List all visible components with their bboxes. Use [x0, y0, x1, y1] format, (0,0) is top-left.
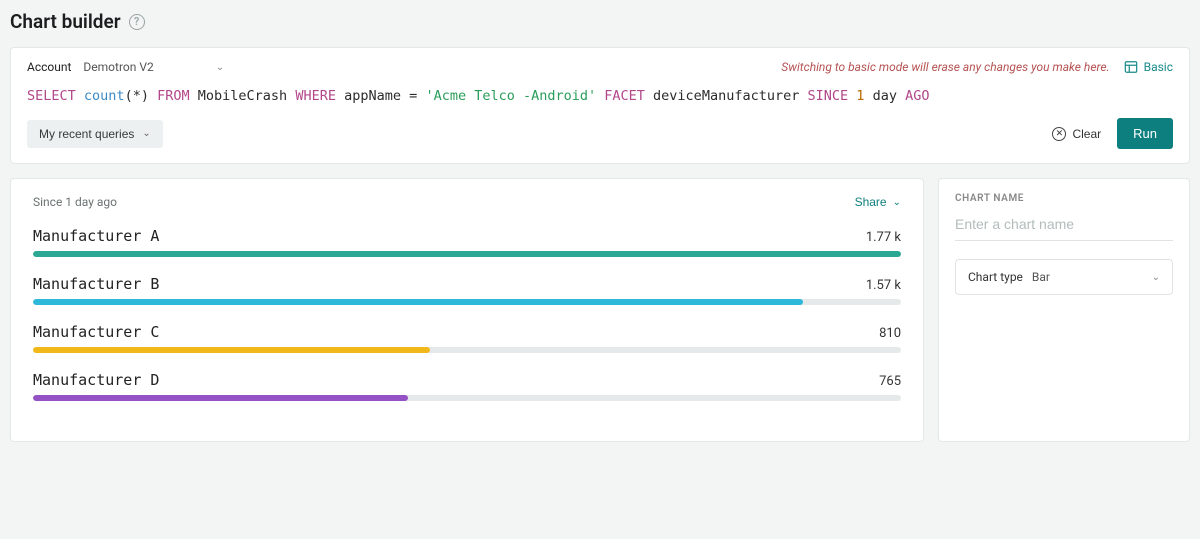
help-icon[interactable]: ?: [129, 14, 145, 30]
basic-mode-link[interactable]: Basic: [1124, 60, 1173, 74]
bar-label: Manufacturer C: [33, 323, 159, 341]
run-button[interactable]: Run: [1117, 118, 1173, 149]
chevron-down-icon: ⌄: [893, 197, 901, 208]
close-icon: ✕: [1052, 127, 1066, 141]
chart-type-label: Chart type: [968, 270, 1023, 284]
bar-row[interactable]: Manufacturer A 1.77 k: [33, 227, 901, 257]
bar-value: 1.57 k: [866, 278, 901, 293]
share-button[interactable]: Share ⌄: [855, 195, 901, 209]
bar-value: 810: [879, 326, 901, 341]
bar-track: [33, 347, 901, 353]
bar-fill: [33, 251, 901, 257]
bar-fill: [33, 347, 430, 353]
chart-name-heading: CHART NAME: [955, 193, 1173, 204]
chart-name-input[interactable]: [955, 212, 1173, 241]
bar-row[interactable]: Manufacturer C 810: [33, 323, 901, 353]
chevron-down-icon: ⌄: [142, 128, 150, 139]
chevron-down-icon: ⌄: [1152, 272, 1160, 283]
chart-panel: Since 1 day ago Share ⌄ Manufacturer A 1.…: [10, 178, 924, 442]
bar-label: Manufacturer D: [33, 371, 159, 389]
basic-mode-label: Basic: [1144, 60, 1173, 74]
sidebar-panel: CHART NAME Chart type Bar ⌄: [938, 178, 1190, 442]
clear-button[interactable]: ✕ Clear: [1052, 127, 1101, 141]
chevron-down-icon: ⌄: [216, 62, 224, 73]
query-panel: Account Demotron V2 ⌄ Switching to basic…: [10, 47, 1190, 164]
bar-value: 765: [879, 374, 901, 389]
chart-type-select[interactable]: Chart type Bar ⌄: [955, 259, 1173, 295]
bar-fill: [33, 395, 408, 401]
nrql-editor[interactable]: SELECT count(*) FROM MobileCrash WHERE a…: [27, 84, 1173, 118]
layout-icon: [1124, 60, 1138, 74]
bar-label: Manufacturer B: [33, 275, 159, 293]
account-selector[interactable]: Account Demotron V2 ⌄: [27, 60, 224, 74]
bar-fill: [33, 299, 803, 305]
bar-track: [33, 395, 901, 401]
bar-row[interactable]: Manufacturer B 1.57 k: [33, 275, 901, 305]
clear-label: Clear: [1072, 127, 1101, 141]
account-value: Demotron V2: [83, 60, 153, 74]
recent-queries-label: My recent queries: [39, 127, 134, 141]
bar-row[interactable]: Manufacturer D 765: [33, 371, 901, 401]
chart-timeframe: Since 1 day ago: [33, 195, 117, 209]
page-title: Chart builder: [10, 10, 121, 33]
recent-queries-button[interactable]: My recent queries ⌄: [27, 120, 163, 148]
account-label: Account: [27, 60, 71, 74]
bar-label: Manufacturer A: [33, 227, 159, 245]
mode-warning: Switching to basic mode will erase any c…: [781, 60, 1109, 74]
share-label: Share: [855, 195, 887, 209]
bar-track: [33, 299, 901, 305]
bar-list: Manufacturer A 1.77 k Manufacturer B 1.57 k…: [33, 227, 901, 401]
chart-type-value: Bar: [1032, 270, 1050, 284]
bar-value: 1.77 k: [866, 230, 901, 245]
bar-track: [33, 251, 901, 257]
